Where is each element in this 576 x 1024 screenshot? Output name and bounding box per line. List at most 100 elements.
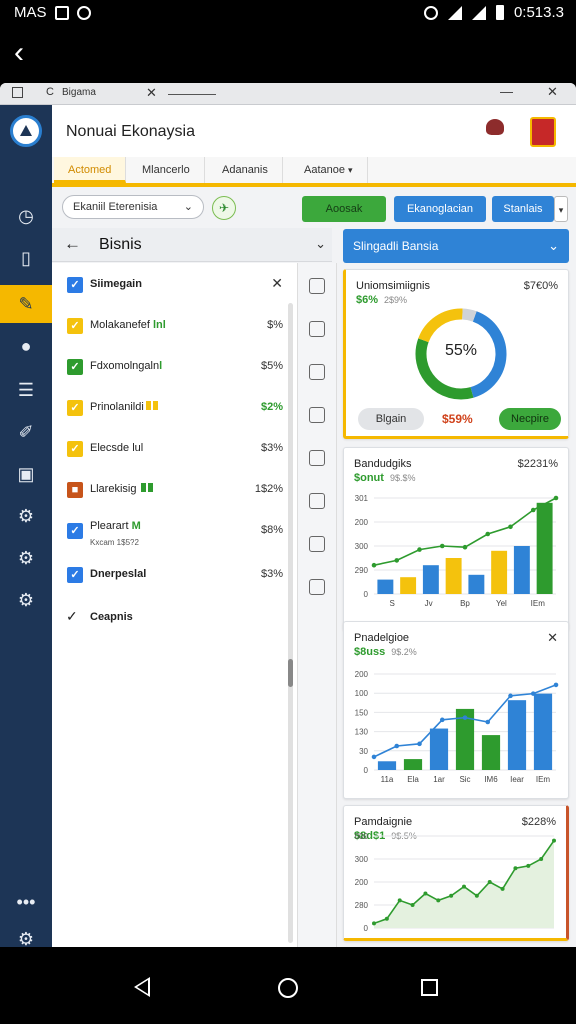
pin-icon[interactable]: ✈ bbox=[212, 196, 236, 220]
list-panel-header: ← Bisnis ⌄ bbox=[52, 228, 332, 262]
emblem-logo bbox=[482, 117, 508, 147]
tab-divider bbox=[168, 94, 216, 95]
window-tabbar: C Bigama ✕ — ✕ bbox=[0, 83, 576, 105]
back-chevron-icon[interactable]: ‹ bbox=[14, 38, 24, 68]
x-tick-label: Jv bbox=[425, 599, 433, 608]
list-icon[interactable]: ☰ bbox=[0, 371, 52, 409]
bookmark-icon[interactable] bbox=[309, 321, 325, 337]
checkbox[interactable]: ✓ bbox=[67, 277, 83, 293]
clock-icon[interactable]: ◷ bbox=[0, 197, 52, 235]
cog-icon[interactable]: ⚙ bbox=[0, 581, 52, 619]
tab-title[interactable]: Bigama bbox=[62, 87, 96, 98]
signal-icon bbox=[471, 5, 486, 20]
back-arrow-icon[interactable]: ← bbox=[64, 234, 81, 254]
x-tick-label: S bbox=[390, 599, 395, 608]
checkbox[interactable]: ✓ bbox=[67, 359, 83, 375]
layout-icon[interactable] bbox=[309, 579, 325, 595]
minimize-icon[interactable]: — bbox=[500, 84, 513, 99]
sidebar-toggle-icon[interactable] bbox=[12, 87, 23, 98]
trend-point bbox=[417, 741, 422, 747]
list-item[interactable]: ✓ Ceapnis bbox=[52, 598, 297, 638]
y-tick-label: 300 bbox=[355, 542, 369, 551]
status-bar: MAS 0:513.3 bbox=[0, 0, 576, 26]
pen-icon[interactable]: ✐ bbox=[0, 413, 52, 451]
tab-actomed[interactable]: Actomed bbox=[54, 157, 127, 183]
browser-window: C Bigama ✕ — ✕ ◷ ▯ ✎ ● ☰ ✐ ▣ ⚙ ⚙ ⚙ ••• ⚙… bbox=[0, 83, 576, 947]
user-icon[interactable]: ● bbox=[0, 327, 52, 365]
area-point bbox=[539, 857, 544, 861]
area-fill bbox=[374, 840, 554, 928]
camera-icon[interactable] bbox=[309, 536, 325, 552]
y-tick-label: 130 bbox=[355, 728, 369, 737]
tab-adananis[interactable]: Adananis bbox=[208, 157, 283, 183]
filter-select[interactable]: Ekaniil Eterenisia ⌄ bbox=[62, 195, 204, 219]
settings-icon[interactable]: ⚙ bbox=[0, 497, 52, 535]
bar-chart-card-2: Pnadelgioe ✕ $8uss 9$.2% 0 30 130 150 100 200 1… bbox=[343, 621, 569, 799]
home-icon[interactable] bbox=[309, 278, 325, 294]
list-item[interactable]: ✓ Molakanefef lnl $% bbox=[52, 306, 297, 346]
checkbox[interactable]: ✓ bbox=[67, 318, 83, 334]
nav-back-icon[interactable] bbox=[134, 977, 150, 997]
app-logo[interactable] bbox=[10, 115, 42, 147]
calendar-pin-icon[interactable]: ▣ bbox=[0, 455, 52, 493]
area-point bbox=[410, 903, 415, 907]
donut-segment bbox=[462, 308, 477, 322]
preferences-icon[interactable]: ⚙ bbox=[0, 920, 52, 947]
y-tick-label: 100 bbox=[355, 689, 369, 698]
gear-icon[interactable]: ⚙ bbox=[0, 539, 52, 577]
document-icon[interactable]: ▯ bbox=[0, 239, 52, 277]
list-item[interactable]: ✓ Plearart M Kxcam 1$5?2 $8% bbox=[52, 511, 297, 551]
list-item[interactable]: ✓ Siimegain ✕ bbox=[52, 265, 297, 305]
list-item[interactable]: ✓ Fdxomolngalnl $5% bbox=[52, 347, 297, 387]
close-icon[interactable]: ✕ bbox=[271, 275, 283, 292]
checkbox[interactable]: ✓ bbox=[67, 523, 83, 539]
gallery-icon bbox=[54, 5, 69, 20]
section-header-bar[interactable]: Slingadli Bansia ⌄ bbox=[343, 229, 569, 263]
checkbox[interactable]: ✓ bbox=[67, 441, 83, 457]
tab-aatanoe[interactable]: Aatanoe ▾ bbox=[290, 157, 368, 183]
list-item[interactable]: ■ Llarekisig 1$2% bbox=[52, 470, 297, 510]
more-icon[interactable]: ••• bbox=[0, 883, 52, 921]
bar bbox=[491, 550, 508, 594]
list-item[interactable]: ✓ Prinolanildi $2% bbox=[52, 388, 297, 428]
scrollbar[interactable] bbox=[288, 303, 293, 943]
page-title: Nonuai Ekonaysia bbox=[66, 123, 195, 140]
x-tick-label: Ela bbox=[407, 775, 419, 784]
chevron-down-icon[interactable]: ⌄ bbox=[315, 236, 326, 252]
stanlais-button[interactable]: Stanlais bbox=[492, 196, 554, 222]
bar bbox=[513, 546, 530, 594]
list-item[interactable]: ✓ Dnerpeslal $3% bbox=[52, 555, 297, 595]
red-value: $59% bbox=[442, 412, 473, 426]
tab-close-icon[interactable]: ✕ bbox=[146, 85, 157, 101]
bar bbox=[429, 728, 449, 770]
scroll-thumb[interactable] bbox=[288, 659, 293, 687]
trend-point bbox=[462, 544, 468, 550]
blgain-button[interactable]: Blgain bbox=[358, 408, 424, 430]
list-item[interactable]: ✓ Elecsde lul $3% bbox=[52, 429, 297, 469]
nav-home-icon[interactable] bbox=[278, 978, 298, 998]
tab-mlancerlo[interactable]: Mlancerlo bbox=[128, 157, 205, 183]
dropdown-arrow-icon[interactable]: ▾ bbox=[554, 196, 568, 222]
x-tick-label: IEm bbox=[531, 599, 546, 608]
trend-point bbox=[553, 682, 559, 688]
nav-recents-icon[interactable] bbox=[421, 979, 438, 996]
trend-point bbox=[417, 547, 422, 552]
area-point bbox=[423, 891, 428, 896]
checkbox[interactable]: ■ bbox=[67, 482, 83, 498]
trend-point bbox=[394, 558, 400, 563]
tools-icon[interactable]: ✎ bbox=[0, 285, 52, 323]
ekanoglacian-button[interactable]: Ekanoglacian bbox=[394, 196, 486, 222]
house-icon[interactable] bbox=[309, 407, 325, 423]
bar bbox=[533, 693, 553, 770]
bar bbox=[403, 759, 423, 770]
filter-icon[interactable] bbox=[309, 450, 325, 466]
checkbox[interactable]: ✓ bbox=[67, 400, 83, 416]
checkbox[interactable]: ✓ bbox=[67, 567, 83, 583]
book-icon[interactable] bbox=[309, 364, 325, 380]
share-icon[interactable] bbox=[309, 493, 325, 509]
bar-chart-2: 0 30 130 150 100 200 11a Ela 1ar Sic IM6 Iear IEm bbox=[355, 670, 559, 784]
window-close-icon[interactable]: ✕ bbox=[547, 84, 558, 100]
necpire-button[interactable]: Necpire bbox=[499, 408, 561, 430]
toolbar: Ekaniil Eterenisia ⌄ ✈ Aoosak Ekanoglaci… bbox=[52, 187, 576, 225]
aoosak-button[interactable]: Aoosak bbox=[302, 196, 386, 222]
